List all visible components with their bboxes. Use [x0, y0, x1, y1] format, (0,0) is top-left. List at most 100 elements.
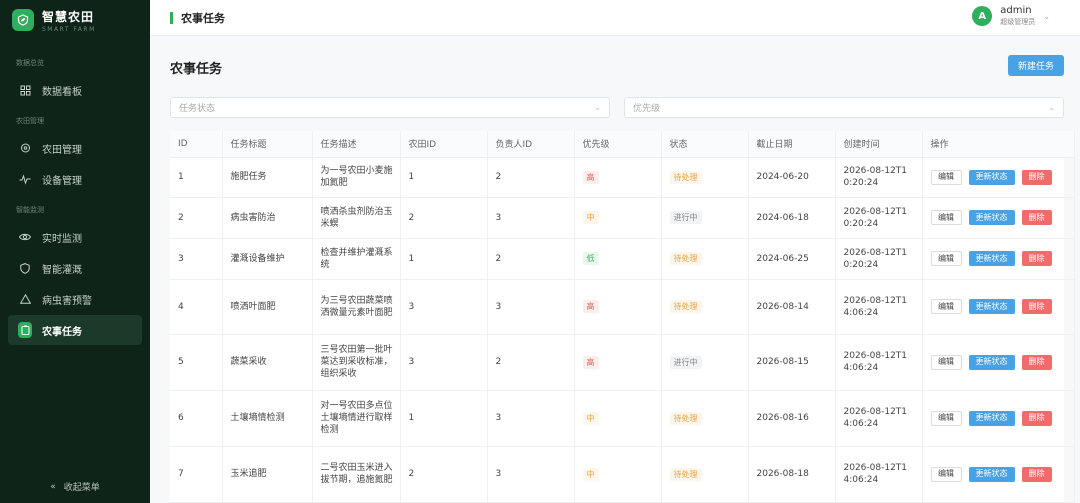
task-status-placeholder: 任务状态	[179, 104, 216, 114]
cell-title: 病虫害防治	[222, 197, 313, 239]
delete-button[interactable]: 删除	[1021, 210, 1052, 225]
cell-title: 玉米追肥	[222, 446, 313, 503]
cell-deadline: 2026-08-15	[748, 334, 836, 391]
column-header: 操作	[922, 131, 1075, 158]
sidebar: 智慧农田 SMART FARM 数据总览 数据看板 农田管理 农田管理 设备管理…	[0, 0, 150, 503]
section-label-monitoring: 智能监测	[16, 206, 44, 214]
cell-created: 2026-08-12T14:06:24	[835, 446, 923, 503]
update-status-button[interactable]: 更新状态	[968, 251, 1015, 266]
warning-icon	[18, 294, 32, 304]
column-header: 截止日期	[748, 131, 836, 158]
edit-button[interactable]: 编辑	[930, 251, 962, 266]
status-badge: 待处理	[669, 300, 702, 313]
sidebar-item-dashboard[interactable]: 数据看板	[8, 75, 142, 105]
cell-owner-id: 3	[487, 446, 575, 503]
cell-deadline: 2024-06-25	[748, 238, 836, 280]
edit-button[interactable]: 编辑	[930, 410, 962, 426]
table-row: 2 病虫害防治 喷洒杀虫剂防治玉米螟 2 3 中进行中 2024-06-18 2026-08-…	[170, 197, 1075, 239]
cell-field-id: 2	[400, 197, 488, 239]
sidebar-item-label: 病虫害预警	[42, 295, 92, 307]
task-status-select[interactable]: 任务状态 ⌄	[170, 97, 610, 118]
cell-title: 土壤墒情检测	[222, 390, 313, 447]
priority-select[interactable]: 优先级 ⌄	[624, 97, 1064, 118]
cell-owner-id: 2	[487, 157, 575, 198]
edit-button[interactable]: 编辑	[930, 466, 962, 482]
sidebar-item-farm-tasks[interactable]: 农事任务	[8, 315, 142, 345]
double-chevron-left-icon: «	[50, 481, 56, 492]
update-status-button[interactable]: 更新状态	[968, 410, 1015, 426]
edit-button[interactable]: 编辑	[930, 169, 962, 185]
sidebar-item-device-management[interactable]: 设备管理	[8, 164, 142, 194]
status-badge: 待处理	[669, 170, 702, 184]
cell-created: 2026-08-12T10:20:24	[835, 238, 923, 280]
sidebar-item-realtime-monitoring[interactable]: 实时监测	[8, 222, 142, 252]
section-label-overview: 数据总览	[16, 59, 44, 67]
cell-id: 4	[170, 279, 223, 335]
sidebar-item-farm-management[interactable]: 农田管理	[8, 133, 142, 163]
cell-created: 2026-08-12T14:06:24	[835, 334, 923, 391]
filter-bar: 任务状态 ⌄ 优先级 ⌄	[170, 97, 1064, 118]
cell-description: 为三号农田蔬菜喷洒微量元素叶面肥	[312, 279, 401, 335]
sidebar-item-smart-irrigation[interactable]: 智能灌溉	[8, 253, 142, 283]
delete-button[interactable]: 删除	[1021, 251, 1052, 266]
grid-icon	[18, 85, 32, 96]
column-header: 农田ID	[400, 131, 488, 158]
cell-priority: 高	[574, 157, 662, 198]
user-role: 超级管理员	[1000, 18, 1036, 26]
cell-description: 喷洒杀虫剂防治玉米螟	[312, 197, 401, 239]
priority-badge: 中	[582, 467, 599, 481]
cell-title: 蔬菜采收	[222, 334, 313, 391]
cell-description: 对一号农田多点位土壤墒情进行取样检测	[312, 390, 401, 447]
cell-id: 6	[170, 390, 223, 447]
cell-actions: 编辑 更新状态 删除	[922, 238, 1075, 280]
column-header: 优先级	[574, 131, 662, 158]
delete-button[interactable]: 删除	[1021, 354, 1052, 370]
cell-created: 2026-08-12T10:20:24	[835, 197, 923, 239]
delete-button[interactable]: 删除	[1021, 169, 1052, 185]
brand-subtitle: SMART FARM	[42, 25, 96, 33]
update-status-button[interactable]: 更新状态	[968, 169, 1015, 185]
delete-button[interactable]: 删除	[1021, 466, 1052, 482]
update-status-button[interactable]: 更新状态	[968, 466, 1015, 482]
sidebar-item-label: 数据看板	[42, 86, 82, 98]
edit-button[interactable]: 编辑	[930, 354, 962, 370]
priority-badge: 中	[582, 211, 599, 224]
cell-priority: 中	[574, 197, 662, 239]
brand: 智慧农田 SMART FARM	[0, 0, 150, 40]
column-header: 任务标题	[222, 131, 313, 158]
cell-owner-id: 2	[487, 334, 575, 391]
leaf-shield-icon	[12, 9, 34, 31]
edit-button[interactable]: 编辑	[930, 299, 962, 314]
cell-id: 7	[170, 446, 223, 503]
new-task-button[interactable]: 新建任务	[1007, 55, 1064, 76]
cell-id: 1	[170, 157, 223, 198]
section-label-farm: 农田管理	[16, 117, 44, 125]
edit-button[interactable]: 编辑	[930, 210, 962, 225]
column-header: 负责人ID	[487, 131, 575, 158]
priority-badge: 高	[582, 300, 599, 313]
update-status-button[interactable]: 更新状态	[968, 210, 1015, 225]
cell-owner-id: 3	[487, 197, 575, 239]
cell-status: 待处理	[661, 279, 749, 335]
user-menu[interactable]: A admin 超级管理员 ⌄	[972, 5, 1050, 27]
table-row: 3 灌溉设备维护 检查并维护灌溉系统 1 2 低 待处理 2024-06-25 2026-08-…	[170, 238, 1075, 280]
delete-button[interactable]: 删除	[1021, 299, 1052, 314]
table-row: 6 土壤墒情检测 对一号农田多点位土壤墒情进行取样检测 1 3 中 待处理 2026-08-1…	[170, 390, 1075, 447]
cell-status: 待处理	[661, 157, 749, 198]
user-name: admin	[1000, 5, 1032, 16]
tasks-table: ID 任务标题 任务描述 农田ID 负责人ID 优先级 状态 截止日期 创建时间…	[170, 131, 1075, 503]
sidebar-item-pest-warning[interactable]: 病虫害预警	[8, 284, 142, 314]
cell-status: 进行中	[661, 197, 749, 239]
sidebar-item-label: 设备管理	[42, 175, 82, 187]
sidebar-item-label: 实时监测	[42, 233, 82, 245]
cell-priority: 低	[574, 238, 662, 280]
cell-field-id: 1	[400, 157, 488, 198]
table-row: 1 施肥任务 为一号农田小麦施加氮肥 1 2 高待处理 2024-06-20 2026-08-…	[170, 157, 1075, 198]
update-status-button[interactable]: 更新状态	[968, 299, 1015, 314]
update-status-button[interactable]: 更新状态	[968, 354, 1015, 370]
delete-button[interactable]: 删除	[1021, 410, 1052, 426]
column-header: 状态	[661, 131, 749, 158]
collapse-menu-button[interactable]: « 收起菜单	[0, 480, 150, 494]
status-badge: 待处理	[669, 467, 702, 481]
cell-created: 2026-08-12T14:06:24	[835, 390, 923, 447]
